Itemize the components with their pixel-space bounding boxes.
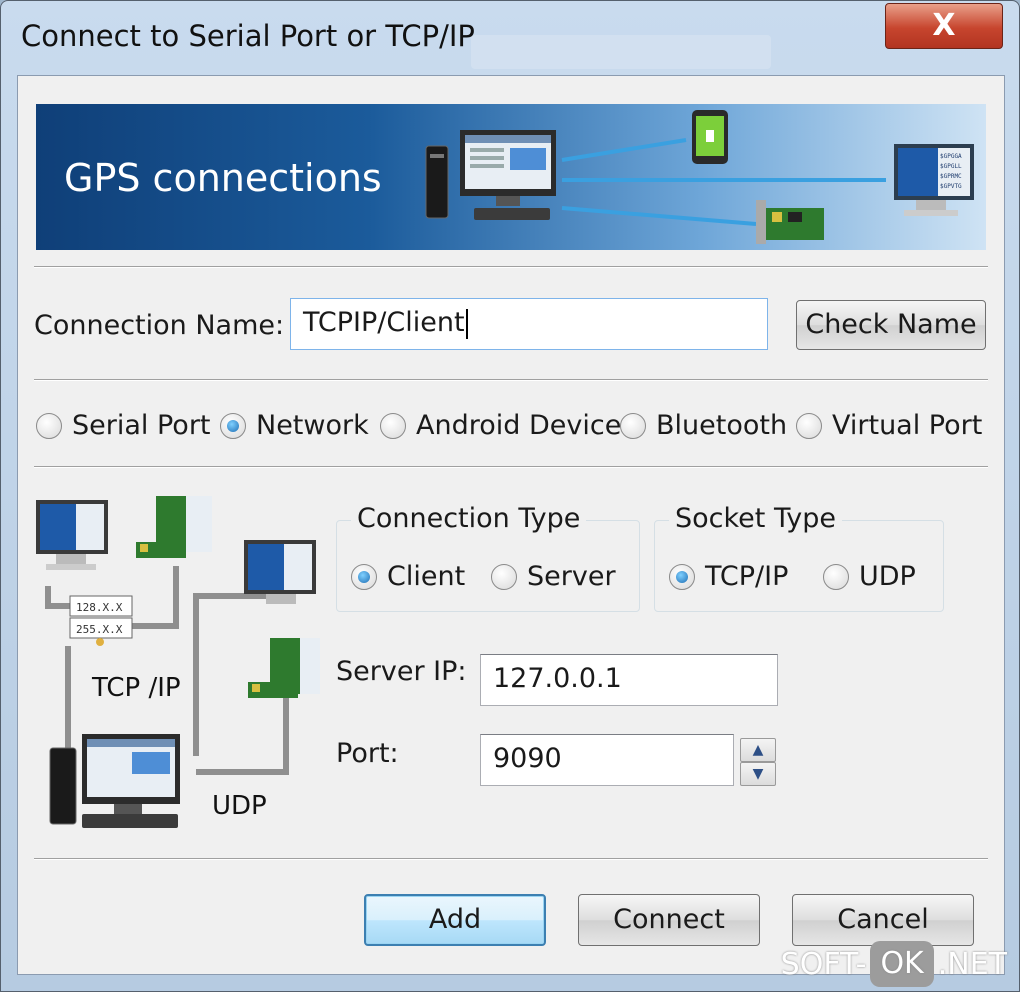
connect-button[interactable]: Connect <box>578 894 760 946</box>
radio-label: UDP <box>859 561 916 592</box>
radio-circle <box>491 563 517 590</box>
radio-circle-selected <box>669 563 695 590</box>
network-diagram: 128.X.X 255.X.X TCP /IP UDP <box>36 496 320 828</box>
radio-tcp-ip[interactable]: TCP/IP <box>669 561 788 592</box>
monitor-line-1: $GPGGA <box>940 153 962 160</box>
server-ip-input[interactable]: 127.0.0.1 <box>480 654 778 706</box>
radio-udp[interactable]: UDP <box>823 561 916 592</box>
connection-name-label: Connection Name: <box>34 310 285 341</box>
radio-circle <box>380 412 406 439</box>
add-button[interactable]: Add <box>364 894 546 946</box>
radio-label: Bluetooth <box>656 410 788 441</box>
window-title: Connect to Serial Port or TCP/IP <box>21 19 475 53</box>
spin-up-button[interactable]: ▲ <box>740 738 776 762</box>
tcp-ip-label: TCP /IP <box>91 673 181 703</box>
monitor-line-2: $GPGLL <box>940 163 962 170</box>
socket-type-group: Socket Type TCP/IP UDP <box>654 503 944 612</box>
monitor-line-4: $GPVTG <box>940 183 962 190</box>
ip-box-1: 128.X.X <box>76 601 123 614</box>
spin-down-button[interactable]: ▼ <box>740 762 776 786</box>
radio-label: Server <box>527 561 616 592</box>
dialog-window: Connect to Serial Port or TCP/IP X GPS c… <box>0 0 1020 992</box>
spin-up-icon: ▲ <box>752 742 764 758</box>
cancel-button[interactable]: Cancel <box>792 894 974 946</box>
connection-type-title: Connection Type <box>351 503 587 534</box>
radio-label: Network <box>256 410 369 441</box>
radio-label: Serial Port <box>72 410 211 441</box>
radio-server[interactable]: Server <box>491 561 616 592</box>
connection-name-input[interactable]: TCPIP/Client <box>290 298 768 350</box>
radio-client[interactable]: Client <box>351 561 465 592</box>
watermark-mid: OK <box>870 941 934 987</box>
socket-type-title: Socket Type <box>669 503 842 534</box>
port-input[interactable]: 9090 <box>480 734 734 786</box>
separator-2 <box>34 379 988 381</box>
connection-name-value: TCPIP/Client <box>303 307 465 338</box>
radio-label: Android Device <box>416 410 622 441</box>
spin-down-icon: ▼ <box>752 766 764 782</box>
watermark-right: .NET <box>937 946 1007 982</box>
radio-android-device[interactable]: Android Device <box>380 410 621 441</box>
radio-bluetooth[interactable]: Bluetooth <box>620 410 787 441</box>
separator-3 <box>34 466 988 468</box>
radio-circle <box>620 412 646 439</box>
dialog-body: GPS connections $GPGGA $GPGLL $GPRMC $GP… <box>17 75 1005 975</box>
monitor-line-3: $GPRMC <box>940 173 962 180</box>
close-button[interactable]: X <box>885 3 1003 49</box>
banner-title: GPS connections <box>64 156 382 200</box>
background-window-tab <box>471 35 771 69</box>
radio-circle <box>823 563 849 590</box>
ip-box-2: 255.X.X <box>76 623 123 636</box>
gps-banner: GPS connections $GPGGA $GPGLL $GPRMC $GP… <box>36 104 986 250</box>
separator-1 <box>34 266 988 268</box>
text-caret <box>465 308 468 339</box>
close-icon: X <box>932 8 956 43</box>
radio-circle <box>796 412 822 439</box>
server-ip-label: Server IP: <box>336 656 467 687</box>
radio-circle-selected <box>220 412 246 439</box>
check-name-button[interactable]: Check Name <box>796 300 986 350</box>
udp-label: UDP <box>212 791 267 821</box>
radio-virtual-port[interactable]: Virtual Port <box>796 410 982 441</box>
radio-circle <box>36 412 62 439</box>
radio-serial-port[interactable]: Serial Port <box>36 410 211 441</box>
separator-4 <box>34 858 988 860</box>
radio-label: TCP/IP <box>705 561 789 592</box>
title-bar[interactable]: Connect to Serial Port or TCP/IP X <box>1 1 1019 75</box>
site-watermark: SOFT- OK .NET <box>781 941 1007 987</box>
radio-label: Client <box>387 561 466 592</box>
watermark-left: SOFT- <box>780 946 867 982</box>
connections-illustration: $GPGGA $GPGLL $GPRMC $GPVTG <box>425 110 974 244</box>
radio-circle-selected <box>351 563 377 590</box>
radio-network[interactable]: Network <box>220 410 369 441</box>
connection-type-group: Connection Type Client Server <box>336 503 640 612</box>
port-label: Port: <box>336 738 399 769</box>
radio-label: Virtual Port <box>832 410 983 441</box>
